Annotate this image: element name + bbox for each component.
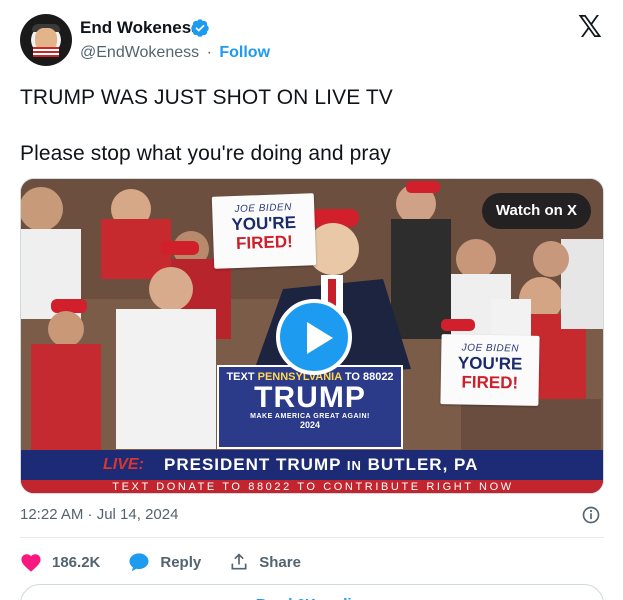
video-player[interactable]: JOE BIDEN YOU'RE FIRED! JOE BIDEN YOU'RE…	[20, 178, 604, 494]
avatar-flag	[33, 47, 59, 57]
play-icon	[307, 322, 333, 354]
info-icon[interactable]	[581, 505, 601, 525]
tweet-timestamp[interactable]: 12:22 AM · Jul 14, 2024	[20, 506, 178, 523]
verified-badge-icon	[191, 19, 209, 37]
tweet-text-line-1: TRUMP WAS JUST SHOT ON LIVE TV	[20, 86, 393, 109]
banner-ticker: TEXT DONATE TO 88022 TO CONTRIBUTE RIGHT…	[21, 480, 603, 493]
share-label: Share	[259, 553, 301, 571]
podium-text-prefix: TEXT	[226, 371, 255, 383]
tweet-text-line-2: Please stop what you're doing and pray	[20, 142, 391, 165]
podium-name: TRUMP	[254, 381, 366, 414]
reply-bubble-icon	[129, 553, 149, 572]
banner-headline: PRESIDENT TRUMP IN BUTLER, PA	[164, 455, 478, 475]
sign-right-line2: FIRED!	[461, 372, 519, 393]
banner-headline-in: IN	[346, 458, 362, 473]
like-count: 186.2K	[52, 553, 101, 571]
banner-headline-b: BUTLER, PA	[367, 455, 479, 474]
author-name[interactable]: End Wokeness	[80, 18, 201, 38]
crowd-sign-right: JOE BIDEN YOU'RE FIRED!	[440, 334, 540, 406]
banner-headline-a: PRESIDENT TRUMP	[164, 455, 342, 474]
sign-right-line1: YOU'RE	[457, 353, 523, 374]
sign-top-line2: FIRED!	[235, 232, 294, 253]
podium-year: 2024	[299, 420, 321, 430]
podium-sign: TEXT PENNSYLVANIA TO 88022 TRUMP MAKE AM…	[217, 365, 403, 449]
follow-button[interactable]: Follow	[219, 44, 270, 61]
handle-row: @EndWokeness · Follow	[80, 44, 270, 62]
x-logo-icon[interactable]: 𝕏	[576, 13, 604, 43]
podium-slogan: MAKE AMERICA GREAT AGAIN!	[250, 413, 370, 420]
tweet-card: End Wokeness @EndWokeness · Follow 𝕏 TRU…	[0, 0, 623, 600]
author-avatar[interactable]	[20, 14, 72, 66]
handle-separator: ·	[206, 44, 212, 61]
banner-live-label: LIVE:	[103, 456, 144, 473]
play-button[interactable]	[276, 299, 352, 375]
reply-button[interactable]: Reply	[128, 552, 201, 572]
share-button[interactable]: Share	[229, 552, 301, 572]
share-icon	[231, 553, 247, 570]
reply-label: Reply	[160, 553, 202, 571]
action-bar: 186.2K Reply Share	[20, 550, 329, 574]
heart-icon	[21, 554, 41, 572]
divider	[20, 537, 604, 538]
read-replies-button[interactable]: Read 6K replies	[20, 584, 604, 600]
crowd-sign-top: JOE BIDEN YOU'RE FIRED!	[211, 193, 317, 269]
news-banner: LIVE: PRESIDENT TRUMP IN BUTLER, PA TEXT…	[21, 450, 603, 493]
watch-on-x-button[interactable]: Watch on X	[481, 193, 591, 229]
like-button[interactable]: 186.2K	[20, 552, 100, 572]
author-handle[interactable]: @EndWokeness	[80, 44, 199, 61]
